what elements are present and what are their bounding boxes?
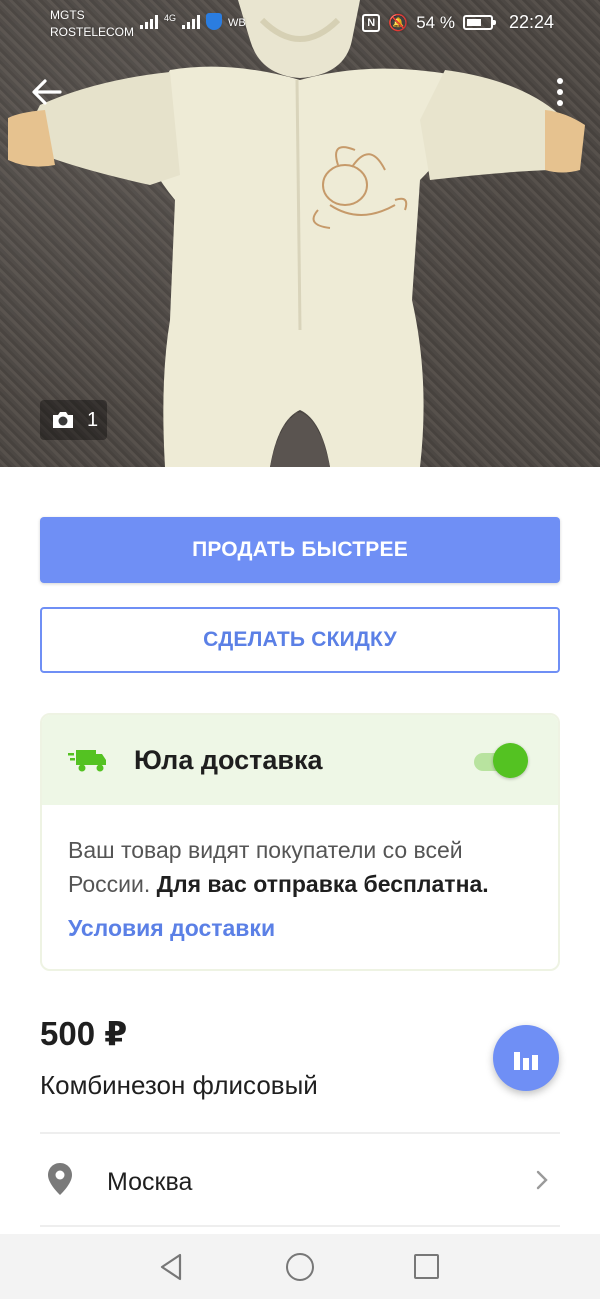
status-bar: MGTS ROSTELECOM 4G WB N 🔕 54 % 22:24 (0, 0, 600, 44)
camera-icon (53, 412, 73, 428)
listing-title: Комбинезон флисовый (40, 1070, 318, 1100)
photo-count: 1 (87, 408, 99, 431)
delivery-header: Юла доставка (42, 715, 558, 805)
product-photo-image (8, 0, 585, 467)
delivery-card: Юла доставка Ваш товар видят покупатели … (40, 713, 560, 971)
more-vertical-icon (557, 78, 563, 84)
delivery-description: Ваш товар видят покупатели со всей Росси… (68, 833, 538, 901)
back-button[interactable] (28, 74, 64, 110)
location-city: Москва (107, 1168, 193, 1196)
nfc-icon: N (362, 13, 381, 32)
statistics-button[interactable] (493, 1025, 559, 1091)
nav-home-button[interactable] (286, 1253, 314, 1281)
carrier-name-2: ROSTELECOM (50, 25, 135, 39)
more-menu-button[interactable] (548, 74, 572, 110)
photo-counter-badge: 1 (40, 400, 107, 440)
listing-photo[interactable]: MGTS ROSTELECOM 4G WB N 🔕 54 % 22:24 1 (0, 0, 600, 467)
delivery-truck-icon (68, 750, 106, 772)
delivery-title: Юла доставка (134, 745, 323, 775)
delivery-terms-link[interactable]: Условия доставки (68, 915, 275, 942)
location-row[interactable]: Москва (40, 1134, 560, 1224)
chevron-right-icon (536, 1170, 548, 1190)
make-discount-button[interactable]: СДЕЛАТЬ СКИДКУ (40, 607, 560, 673)
sell-faster-button[interactable]: ПРОДАТЬ БЫСТРЕЕ (40, 517, 560, 583)
toggle-thumb (493, 743, 528, 778)
listing-price: 500 ₽ (40, 1015, 128, 1052)
network-type-label: 4G (164, 13, 177, 23)
vpn-shield-icon (206, 13, 223, 30)
nav-back-button[interactable] (158, 1252, 184, 1282)
signal-icon (140, 15, 158, 29)
divider (40, 1225, 560, 1227)
signal-icon-2 (182, 15, 201, 29)
bar-chart-icon (514, 1052, 538, 1070)
location-pin-icon (48, 1163, 72, 1195)
carrier-name-1: MGTS (50, 8, 85, 22)
nav-recents-button[interactable] (414, 1254, 439, 1279)
battery-icon (462, 15, 496, 30)
battery-percent: 54 % (416, 12, 455, 32)
delivery-toggle[interactable] (470, 743, 528, 779)
mute-bell-icon: 🔕 (388, 14, 409, 32)
vpn-label: WB (228, 17, 246, 29)
arrow-left-icon (32, 79, 62, 105)
system-indicators: N 🔕 54 % 22:24 (362, 12, 554, 33)
carrier-info: MGTS ROSTELECOM (50, 7, 134, 41)
system-navigation-bar (0, 1234, 600, 1299)
clock: 22:24 (508, 12, 554, 32)
delivery-description-bold: Для вас отправка бесплатна. (156, 871, 489, 897)
network-icons: 4G WB (140, 12, 246, 30)
